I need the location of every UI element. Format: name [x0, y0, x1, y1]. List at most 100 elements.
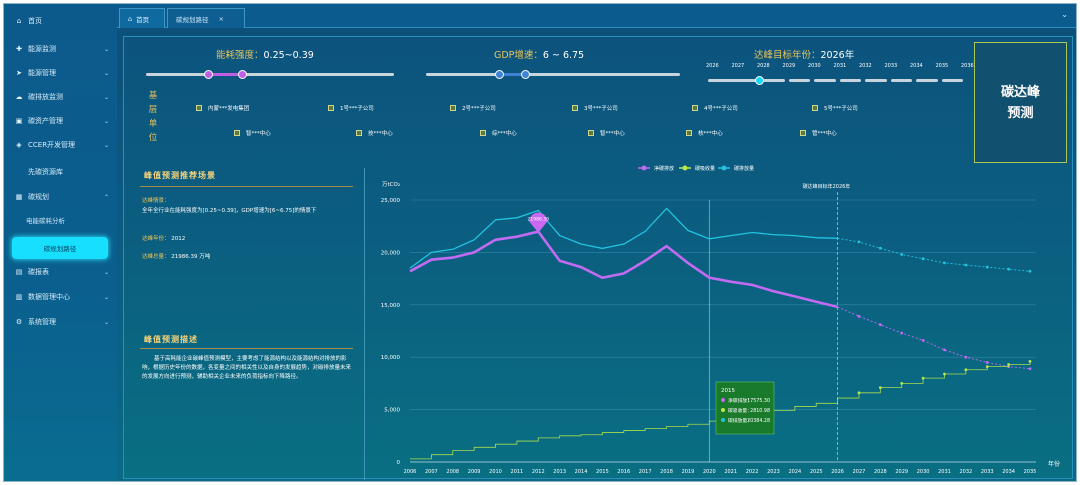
series-point	[900, 331, 904, 335]
chevron-down-icon: ⌄	[103, 69, 109, 77]
gear-icon: ⚙	[15, 318, 23, 326]
checkbox-icon[interactable]	[234, 130, 240, 136]
unit-checkbox[interactable]: 核***中心	[686, 129, 723, 137]
x-tick-label: 2008	[446, 469, 459, 475]
year-segment[interactable]	[916, 79, 938, 82]
checkbox-icon[interactable]	[686, 130, 692, 136]
sidebar-item[interactable]: ▦ 碳规划 ⌃	[4, 186, 117, 208]
home-icon: ⌂	[16, 17, 22, 25]
chevron-down-icon: ⌄	[103, 117, 109, 125]
year-tick-label: 2031	[833, 63, 847, 69]
checkbox-icon[interactable]	[480, 130, 486, 136]
sidebar-item[interactable]: ✚ 能源监测 ⌄	[4, 38, 117, 60]
unit-checkbox[interactable]: 智***中心	[588, 129, 625, 137]
legend-label: 净碳排放	[654, 165, 674, 172]
unit-checkbox[interactable]: 综***中心	[480, 129, 517, 137]
year-segment[interactable]	[941, 79, 963, 82]
close-icon[interactable]: ×	[219, 15, 224, 23]
plan-icon: ▦	[15, 193, 23, 201]
checkbox-icon[interactable]	[450, 105, 456, 111]
unit-checkbox[interactable]: 1号***子公司	[328, 104, 374, 112]
year-tick-label: 2030	[808, 63, 821, 69]
tooltip-marker	[721, 398, 725, 402]
series-line	[409, 230, 838, 309]
year-tick-label: 2028	[757, 63, 770, 69]
y-tick-label: 5,000	[384, 408, 400, 414]
year-tick-label: 2036	[961, 63, 974, 69]
chevron-down-icon[interactable]: ⌄	[1061, 10, 1068, 19]
checkbox-icon[interactable]	[356, 130, 362, 136]
sidebar-item-label: 碳排放监测	[28, 93, 63, 101]
tooltip-marker	[721, 418, 725, 422]
peak-year-handle[interactable]	[754, 76, 764, 85]
checkbox-icon[interactable]	[572, 105, 578, 111]
x-tick-label: 2022	[746, 469, 759, 475]
series-point	[1028, 367, 1032, 371]
year-tick-label: 2032	[859, 63, 872, 69]
y-tick-label: 15,000	[381, 303, 401, 309]
x-tick-label: 2018	[660, 469, 673, 475]
unit-checkbox-label: 4号***子公司	[704, 106, 738, 112]
year-tick-label: 2026	[706, 63, 719, 69]
x-tick-label: 2026	[831, 469, 844, 475]
x-tick-label: 2014	[575, 469, 588, 475]
unit-checkbox[interactable]: 技***中心	[356, 129, 393, 137]
year-segment[interactable]	[890, 79, 912, 82]
sidebar-item[interactable]: ◈ CCER开发管理 ⌄	[4, 134, 117, 156]
year-segment[interactable]	[814, 79, 836, 82]
year-tick-label: 2029	[782, 63, 796, 69]
chevron-down-icon: ⌄	[103, 293, 109, 301]
tooltip-value: 2810.98	[750, 408, 770, 414]
sidebar-item[interactable]: ➤ 能源管理 ⌄	[4, 62, 117, 84]
sidebar-item[interactable]: ⌂ 首页	[4, 10, 117, 32]
x-tick-label: 2021	[724, 469, 737, 475]
x-tick-label: 2030	[917, 469, 930, 475]
target-year-label: 碳达峰目标年2026年	[803, 183, 851, 190]
year-segment[interactable]	[763, 79, 785, 82]
unit-checkbox[interactable]: 4号***子公司	[692, 104, 738, 112]
legend-marker	[721, 165, 727, 171]
checkbox-icon[interactable]	[328, 105, 334, 111]
sidebar-subitem[interactable]: 电能碳耗分析	[26, 215, 65, 225]
checkbox-icon[interactable]	[812, 105, 818, 111]
y-tick-label: 10,000	[381, 355, 401, 361]
sidebar-item[interactable]: ▤ 碳报表 ⌄	[4, 261, 117, 283]
year-segment[interactable]	[865, 79, 887, 82]
year-segment[interactable]	[839, 79, 861, 82]
legend-marker	[641, 165, 647, 171]
checkbox-icon[interactable]	[196, 105, 202, 111]
monitor-icon: ✚	[16, 45, 22, 53]
tab-carbon-path[interactable]: 碳规划路径 ×	[167, 8, 245, 28]
checkbox-icon[interactable]	[800, 130, 806, 136]
unit-checkbox[interactable]: 内蒙***发电集团	[196, 104, 249, 112]
legend-label: 碳排放量	[734, 165, 754, 172]
tab-carbon-path-label: 碳规划路径	[176, 15, 209, 24]
peak-marker-label: 21986.39	[528, 217, 550, 223]
unit-checkbox[interactable]: 管***中心	[800, 129, 837, 137]
checkbox-icon[interactable]	[692, 105, 698, 111]
series-point	[921, 376, 925, 380]
sidebar-item[interactable]: ▥ 数据管理中心 ⌄	[4, 286, 117, 308]
unit-checkbox-label: 管***中心	[812, 131, 837, 137]
y-unit-label: 万tCO₂	[382, 181, 400, 188]
series-point	[1007, 363, 1011, 366]
sidebar-item[interactable]: ▣ 碳资产管理 ⌄	[4, 110, 117, 132]
tab-home[interactable]: ⌂ 首页	[119, 8, 165, 28]
sidebar-item[interactable]: ☁ 碳排放监测 ⌄	[4, 86, 117, 108]
year-tick-label: 2027	[731, 63, 745, 69]
home-icon: ⌂	[128, 14, 133, 23]
sidebar-subitem-active[interactable]: 碳规划路径	[12, 237, 108, 259]
unit-checkbox[interactable]: 2号***子公司	[450, 104, 496, 112]
sidebar-item-label: 系统管理	[28, 318, 56, 326]
sidebar-item[interactable]: 先碳资源库	[4, 161, 117, 183]
unit-checkbox[interactable]: 智***中心	[234, 129, 271, 137]
sidebar: ⌂ 首页 ✚ 能源监测 ⌄ ➤ 能源管理 ⌄ ☁ 碳排放监测 ⌄ ▣ 碳资产管理 ⌄ ◈ CCER开发管理 ⌄ 先…	[4, 4, 117, 481]
x-tick-label: 2029	[895, 469, 908, 475]
year-segment[interactable]	[788, 79, 810, 82]
series-point	[1028, 269, 1032, 273]
sidebar-item[interactable]: ⚙ 系统管理 ⌄	[4, 311, 117, 333]
checkbox-icon[interactable]	[588, 130, 594, 136]
x-tick-label: 2028	[874, 469, 887, 475]
unit-checkbox[interactable]: 3号***子公司	[572, 104, 618, 112]
unit-checkbox[interactable]: 5号***子公司	[812, 104, 858, 112]
